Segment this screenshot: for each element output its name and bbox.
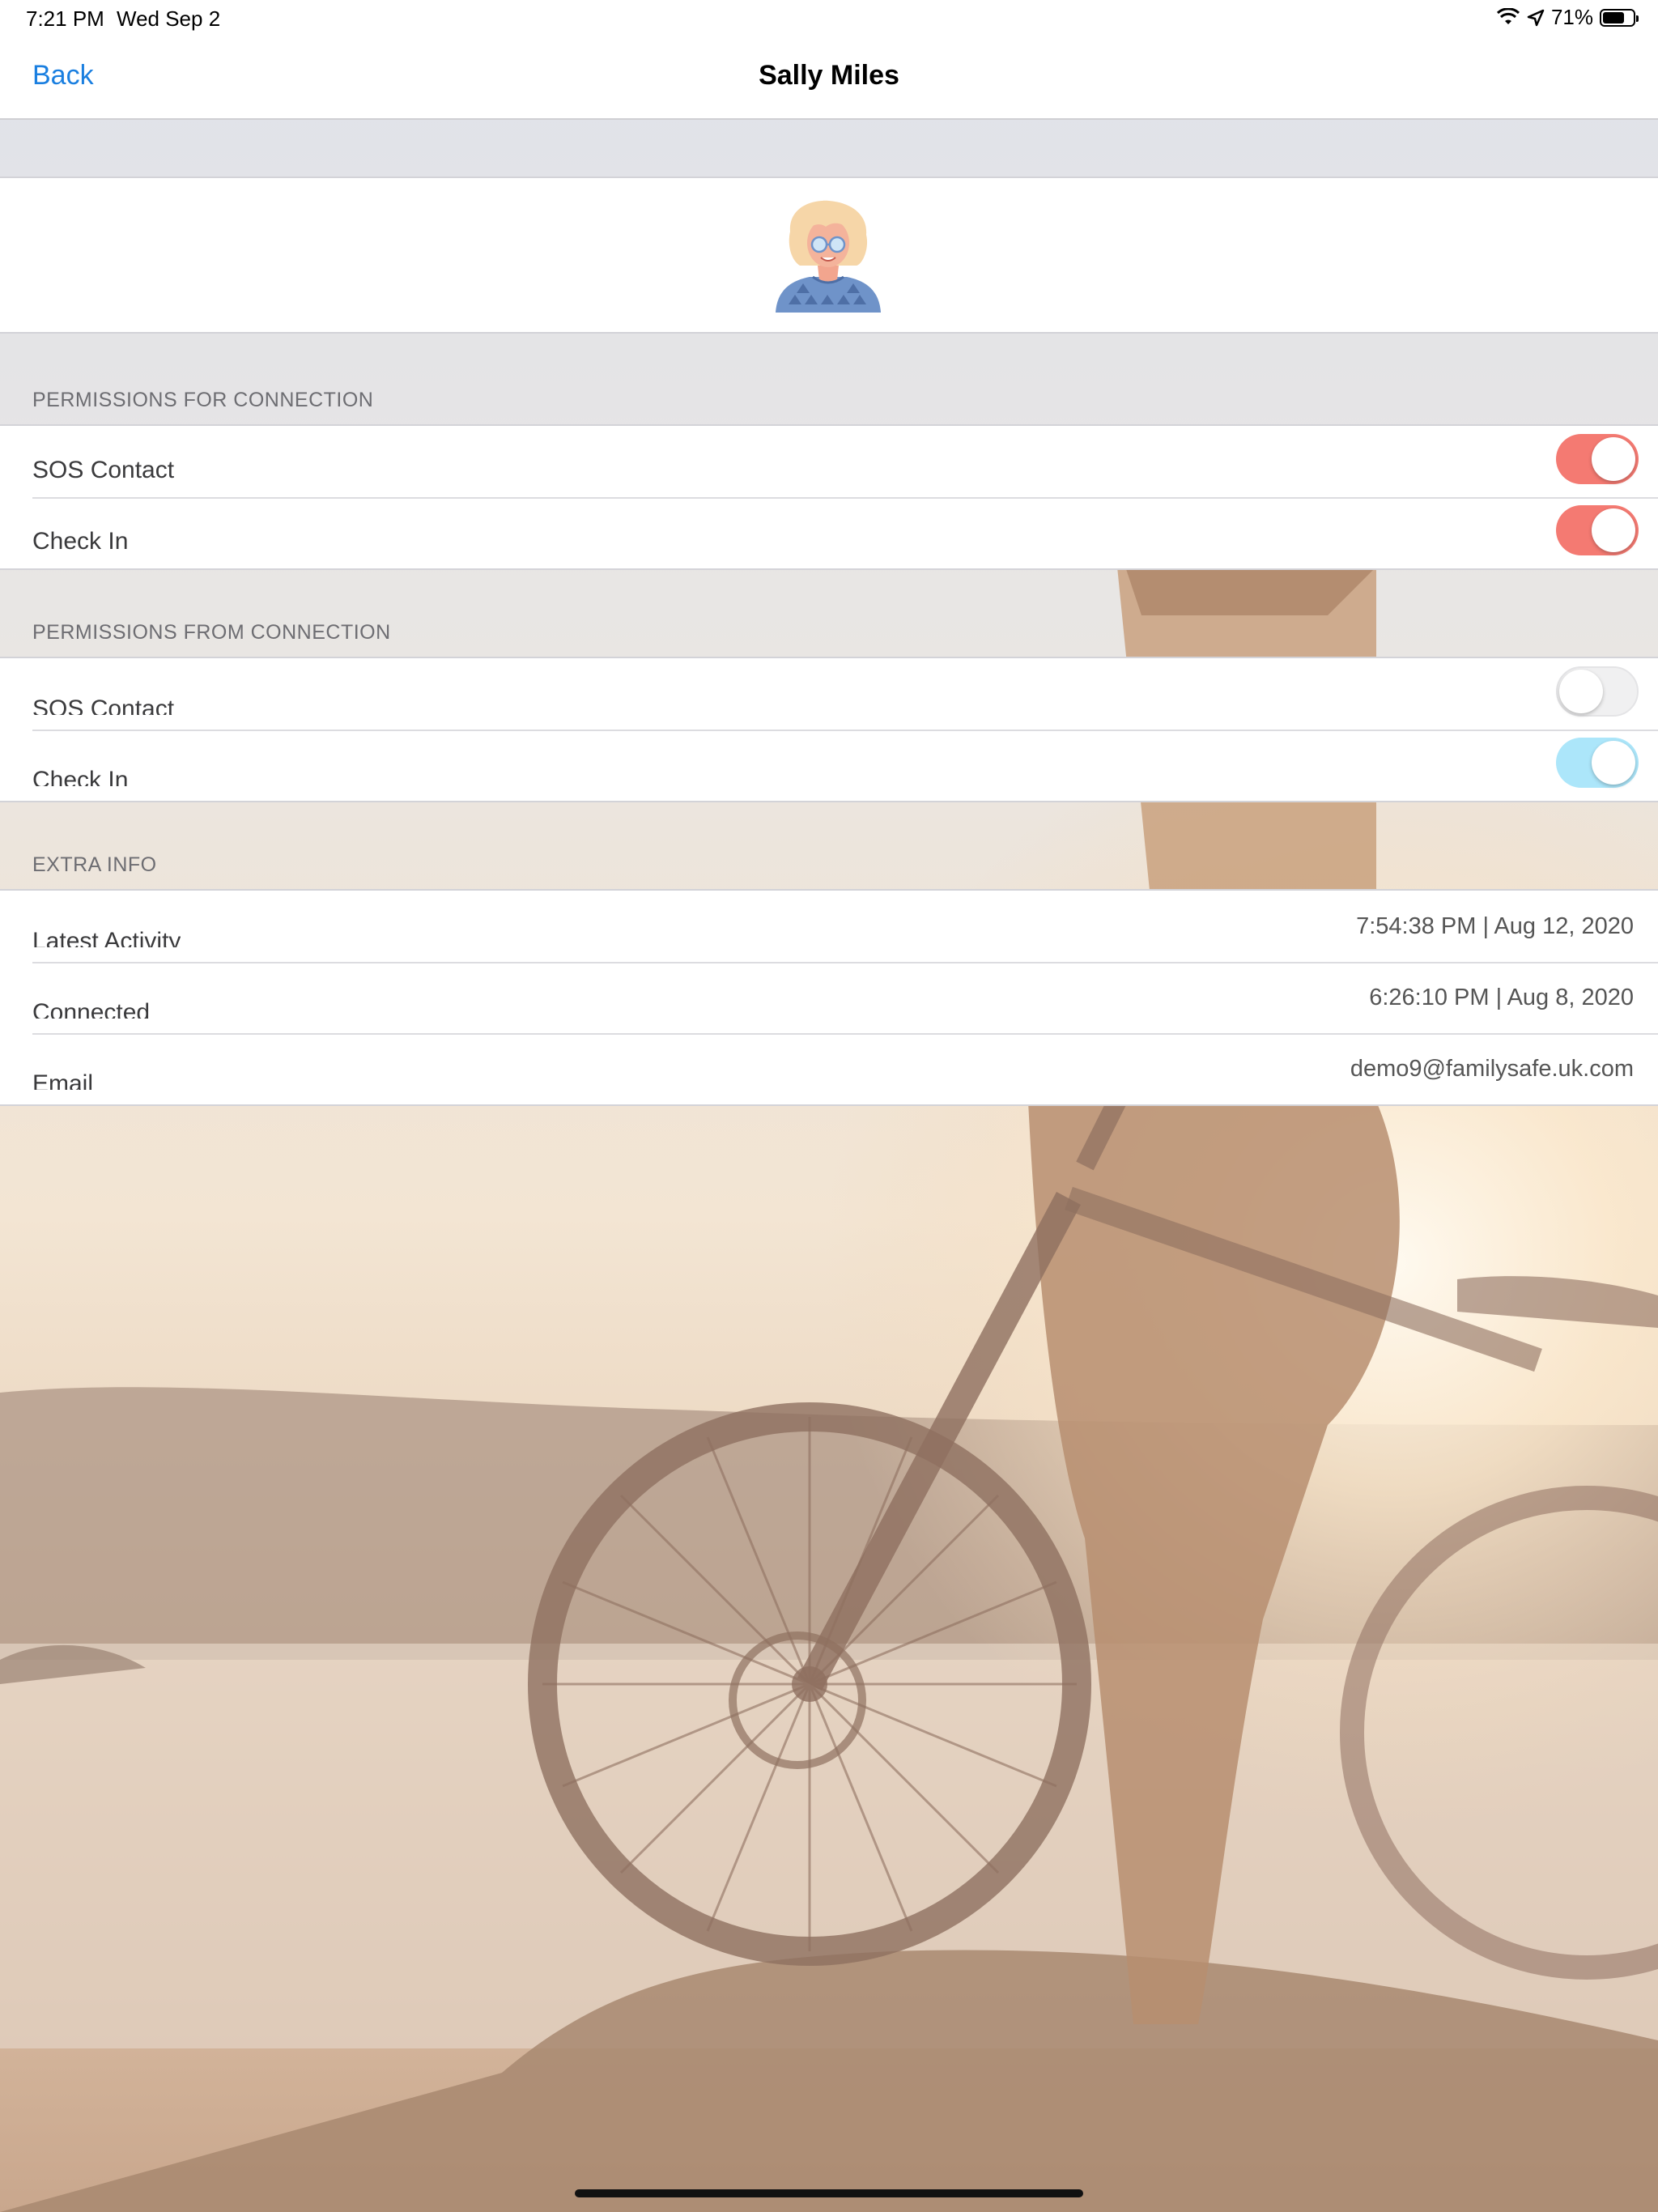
screen: 7:21 PM Wed Sep 2 71% Back Sally Miles P… — [0, 0, 1658, 2212]
info-label: Email — [32, 1070, 94, 1090]
extra-info-group: Latest Activity 7:54:38 PM | Aug 12, 202… — [0, 889, 1658, 1106]
permissions-for-group: SOS Contact Check In — [0, 424, 1658, 570]
permission-row-check-in: Check In — [0, 730, 1658, 801]
info-row-latest-activity: Latest Activity 7:54:38 PM | Aug 12, 202… — [0, 891, 1658, 962]
permission-row-sos-contact: SOS Contact — [0, 426, 1658, 497]
location-arrow-icon — [1527, 9, 1545, 26]
permissions-from-group: SOS Contact Check In — [0, 657, 1658, 802]
info-label: Connected — [32, 999, 151, 1019]
status-time: 7:21 PM — [26, 6, 104, 31]
info-row-connected: Connected 6:26:10 PM | Aug 8, 2020 — [0, 962, 1658, 1033]
toggle-knob — [1592, 437, 1635, 481]
avatar — [776, 200, 881, 313]
page-title: Sally Miles — [759, 60, 899, 91]
permission-label: SOS Contact — [32, 696, 175, 715]
info-value: 7:54:38 PM | Aug 12, 2020 — [1356, 913, 1634, 939]
status-indicators: 71% — [1496, 5, 1639, 30]
permission-label: SOS Contact — [32, 457, 175, 483]
status-date: Wed Sep 2 — [117, 6, 221, 31]
avatar-row — [0, 177, 1658, 334]
wifi-icon — [1496, 7, 1520, 24]
info-value: demo9@familysafe.uk.com — [1350, 1056, 1634, 1082]
toggle-knob — [1592, 741, 1635, 785]
permission-row-check-in: Check In — [0, 497, 1658, 568]
sos-contact-toggle[interactable] — [1556, 434, 1639, 484]
info-value: 6:26:10 PM | Aug 8, 2020 — [1369, 985, 1634, 1010]
toggle-knob — [1592, 508, 1635, 552]
section-header-permissions-for: PERMISSIONS FOR CONNECTION — [32, 389, 374, 411]
permission-label: Check In — [32, 767, 129, 786]
check-in-toggle[interactable] — [1556, 738, 1639, 788]
navigation-bar: Back Sally Miles — [0, 37, 1658, 120]
check-in-toggle[interactable] — [1556, 505, 1639, 555]
section-header-permissions-from: PERMISSIONS FROM CONNECTION — [32, 621, 391, 644]
permission-row-sos-contact: SOS Contact — [0, 658, 1658, 730]
permission-label: Check In — [32, 528, 129, 555]
battery-fill — [1603, 11, 1624, 23]
info-label: Latest Activity — [32, 928, 181, 947]
sos-contact-toggle[interactable] — [1556, 666, 1639, 717]
battery-percent: 71% — [1550, 5, 1593, 29]
section-header-extra-info: EXTRA INFO — [32, 853, 157, 876]
toggle-knob — [1559, 670, 1603, 713]
battery-icon — [1600, 8, 1639, 27]
home-indicator[interactable] — [575, 2189, 1083, 2197]
info-row-email: Email demo9@familysafe.uk.com — [0, 1033, 1658, 1104]
status-bar: 7:21 PM Wed Sep 2 71% — [0, 0, 1658, 37]
